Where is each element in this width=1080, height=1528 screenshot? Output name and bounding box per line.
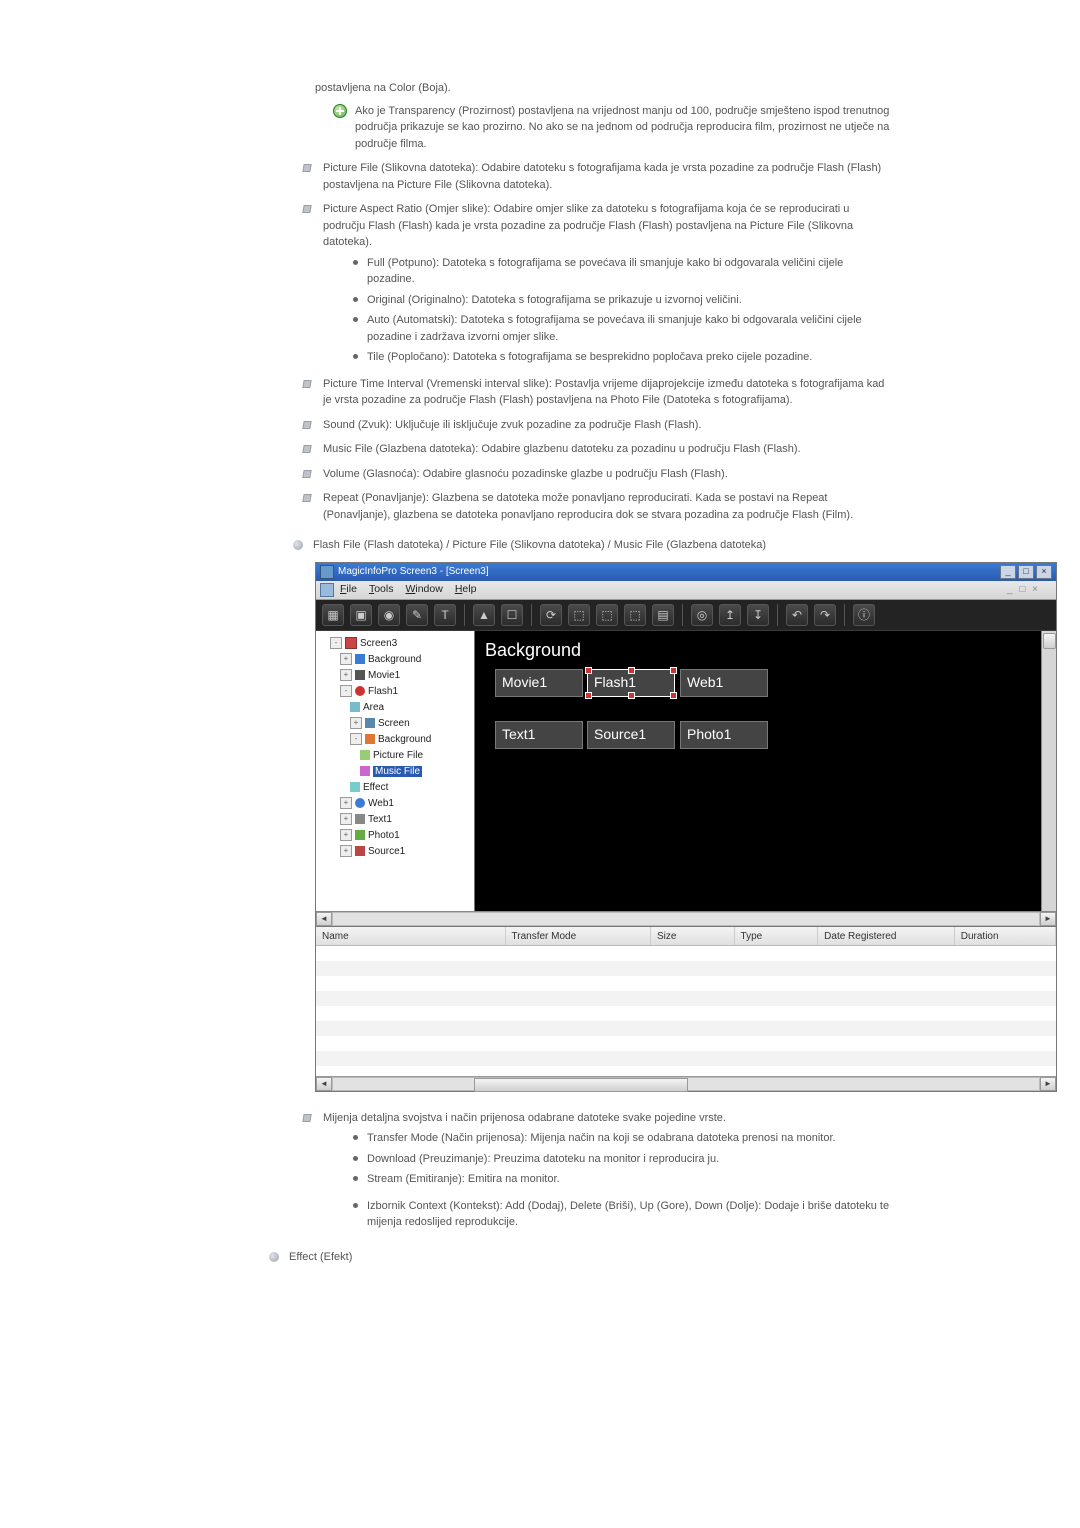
menu-tools[interactable]: Tools [369,582,394,598]
context-menu-item: Izbornik Context (Kontekst): Add (Dodaj)… [353,1198,890,1231]
slot-web1[interactable]: Web1 [680,669,768,697]
music-file-item: Music File (Glazbena datoteka): Odabire … [323,443,801,455]
toolbar-separator [464,604,465,626]
tree-effect[interactable]: Effect [350,780,470,795]
table-hscrollbar[interactable]: ◄ ► [316,1076,1056,1091]
tool-11[interactable]: ▤ [652,604,674,626]
tree-web1[interactable]: +Web1 [340,796,470,811]
tree-panel: -Screen3 +Background +Movie1 -Flash1 Are… [316,631,475,911]
col-duration[interactable]: Duration [955,927,1056,945]
tool-4[interactable]: ✎ [406,604,428,626]
menu-bar: FFileile Tools Window Help _ □ × [316,581,1056,600]
slot-movie1[interactable]: Movie1 [495,669,583,697]
tool-13[interactable]: ↥ [719,604,741,626]
slot-text1[interactable]: Text1 [495,721,583,749]
toolbar-separator-2 [531,604,532,626]
toolbar: ▦ ▣ ◉ ✎ T ▲ ☐ ⟳ ⬚ ⬚ ⬚ ▤ ◎ ↥ ↧ ↶ ↷ [316,600,1056,631]
tree-area[interactable]: Area [350,700,470,715]
intro-fragment: postavljena na Color (Boja). [315,80,890,97]
section-bullet-icon [293,540,303,550]
section-bullet-effect-icon [269,1252,279,1262]
col-type[interactable]: Type [735,927,819,945]
file-table-body[interactable] [316,946,1056,1076]
aspect-tile: Tile (Popločano): Datoteka s fotografija… [353,349,890,366]
picture-file-item: Picture File (Slikovna datoteka): Odabir… [323,162,881,191]
col-transfer[interactable]: Transfer Mode [506,927,651,945]
col-date[interactable]: Date Registered [818,927,955,945]
tool-info[interactable]: ⓘ [853,604,875,626]
app-screenshot: MagicInfoPro Screen3 - [Screen3] _ □ × F… [315,562,1057,1092]
tool-3[interactable]: ◉ [378,604,400,626]
app-icon [320,565,334,579]
tool-9[interactable]: ⬚ [596,604,618,626]
transfer-mode-item: Transfer Mode (Način prijenosa): Mijenja… [353,1130,890,1147]
plus-note-icon [333,104,347,118]
hscroll-left-arrow[interactable]: ◄ [316,912,332,926]
tool-7[interactable]: ⟳ [540,604,562,626]
aspect-ratio-item: Picture Aspect Ratio (Omjer slike): Odab… [323,203,853,248]
vertical-scrollbar[interactable] [1041,631,1056,911]
tree-music-file[interactable]: Music File [360,764,470,779]
slot-flash1[interactable]: Flash1 [587,669,675,697]
menu-window[interactable]: Window [405,582,442,598]
tool-1[interactable]: ▦ [322,604,344,626]
tree-text1[interactable]: +Text1 [340,812,470,827]
canvas-hscrollbar[interactable]: ◄ ► [316,911,1056,926]
tool-undo[interactable]: ↶ [786,604,808,626]
tree-photo1[interactable]: +Photo1 [340,828,470,843]
col-name[interactable]: Name [316,927,506,945]
close-button[interactable]: × [1036,565,1052,579]
menu-file[interactable]: FFileile [340,582,357,598]
changes-properties-item: Mijenja detaljna svojstva i način prijen… [323,1112,726,1124]
tool-10[interactable]: ⬚ [624,604,646,626]
minimize-button[interactable]: _ [1000,565,1016,579]
maximize-button[interactable]: □ [1018,565,1034,579]
tree-source1[interactable]: +Source1 [340,844,470,859]
col-size[interactable]: Size [651,927,735,945]
tree-bg2[interactable]: -Background Picture File Music File [350,732,470,779]
slot-source1[interactable]: Source1 [587,721,675,749]
menu-help[interactable]: Help [455,582,477,598]
hscroll-right-arrow[interactable]: ► [1040,912,1056,926]
transparency-note: Ako je Transparency (Prozirnost) postavl… [355,103,890,153]
tool-12[interactable]: ◎ [691,604,713,626]
flash-file-heading: Flash File (Flash datoteka) / Picture Fi… [313,537,766,554]
toolbar-separator-3 [682,604,683,626]
table-hscroll-right[interactable]: ► [1040,1077,1056,1091]
tree-movie1[interactable]: +Movie1 [340,668,470,683]
tool-2[interactable]: ▣ [350,604,372,626]
tree-screen[interactable]: +Screen [350,716,470,731]
canvas-bg-label: Background [485,637,581,664]
repeat-item: Repeat (Ponavljanje): Glazbena se datote… [323,492,853,521]
download-item: Download (Preuzimanje): Preuzima datotek… [353,1151,890,1168]
tool-5[interactable]: ▲ [473,604,495,626]
sound-item: Sound (Zvuk): Uključuje ili isključuje z… [323,419,701,431]
tool-6[interactable]: ☐ [501,604,523,626]
design-canvas[interactable]: Background Movie1 Flash1 Web1 Text1 Sour… [475,631,1041,911]
volume-item: Volume (Glasnoća): Odabire glasnoću poza… [323,468,728,480]
mdi-controls[interactable]: _ □ × [1007,582,1040,597]
effect-heading: Effect (Efekt) [289,1249,352,1266]
tree-background[interactable]: +Background [340,652,470,667]
aspect-auto: Auto (Automatski): Datoteka s fotografij… [353,312,890,345]
tree-root[interactable]: -Screen3 +Background +Movie1 -Flash1 Are… [330,636,470,859]
aspect-original: Original (Originalno): Datoteka s fotogr… [353,292,890,309]
tree-flash1[interactable]: -Flash1 Area +Screen -Background Picture… [340,684,470,795]
file-table-header: Name Transfer Mode Size Type Date Regist… [316,927,1056,946]
tool-text[interactable]: T [434,604,456,626]
window-titlebar: MagicInfoPro Screen3 - [Screen3] _ □ × [316,563,1056,581]
tool-redo[interactable]: ↷ [814,604,836,626]
stream-item: Stream (Emitiranje): Emitira na monitor. [353,1171,890,1188]
tool-8[interactable]: ⬚ [568,604,590,626]
window-title: MagicInfoPro Screen3 - [Screen3] [338,564,1000,579]
time-interval-item: Picture Time Interval (Vremenski interva… [323,378,884,407]
slot-photo1[interactable]: Photo1 [680,721,768,749]
tool-14[interactable]: ↧ [747,604,769,626]
doc-icon [320,583,334,597]
tree-picture-file[interactable]: Picture File [360,748,470,763]
toolbar-separator-5 [844,604,845,626]
table-hscroll-left[interactable]: ◄ [316,1077,332,1091]
aspect-full: Full (Potpuno): Datoteka s fotografijama… [353,255,890,288]
toolbar-separator-4 [777,604,778,626]
